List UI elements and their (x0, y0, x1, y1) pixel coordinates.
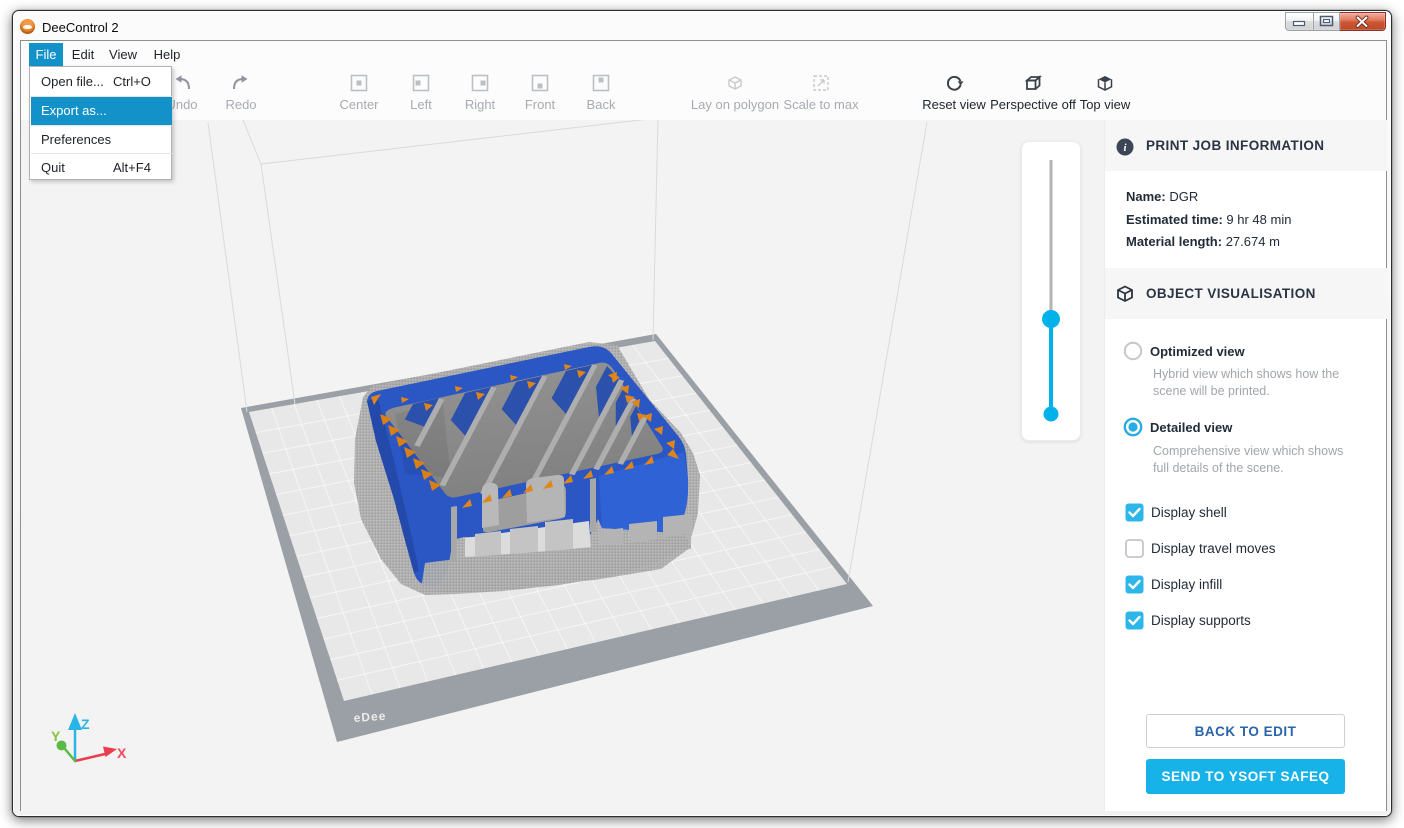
svg-text:X: X (117, 745, 127, 761)
svg-text:eDee: eDee (353, 709, 387, 725)
svg-text:Y: Y (51, 728, 61, 744)
svg-text:Z: Z (81, 716, 90, 732)
